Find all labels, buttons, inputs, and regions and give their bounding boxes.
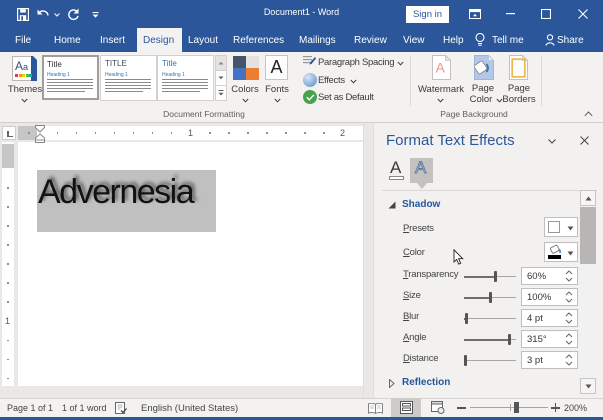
svg-text:A: A <box>436 60 446 76</box>
